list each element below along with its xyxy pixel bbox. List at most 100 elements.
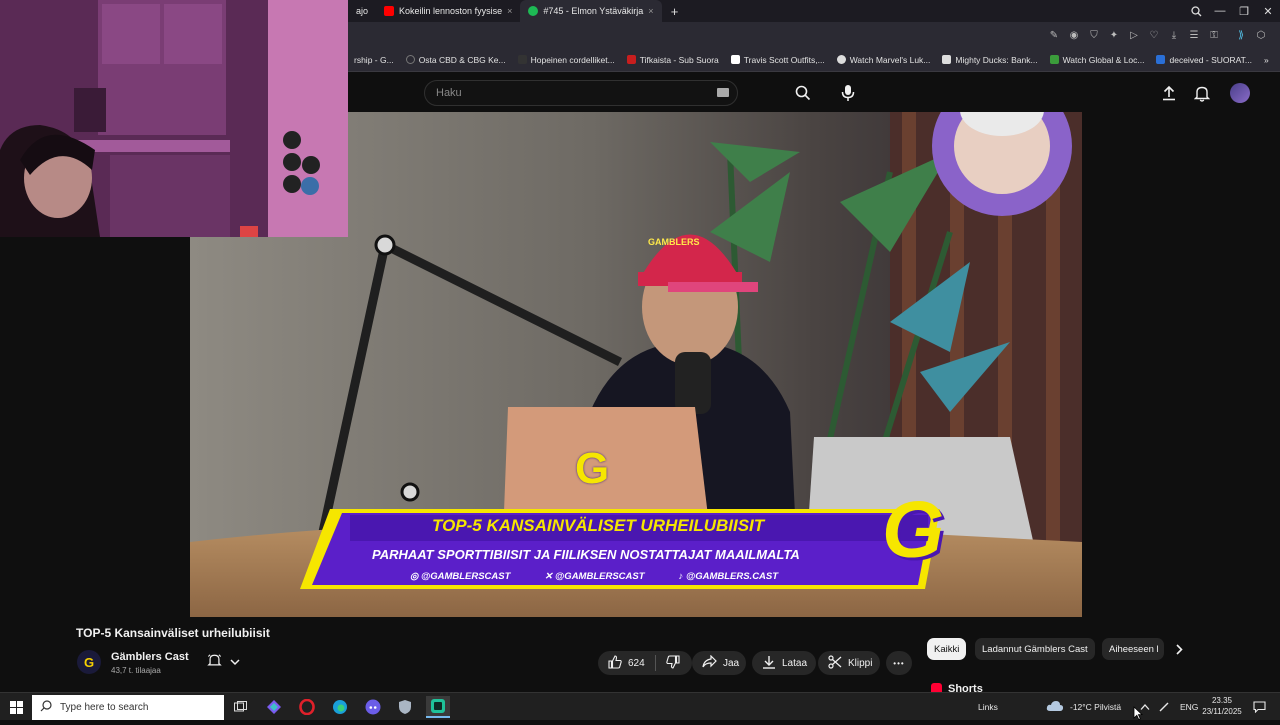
link-icon (836, 55, 846, 64)
pen-icon[interactable] (1158, 693, 1170, 721)
cap-text: GAMBLERS (648, 237, 700, 247)
taskbar-search-input[interactable]: Type here to search (32, 695, 224, 720)
webcam-overlay (0, 0, 348, 237)
tiktok-icon: ♪ (678, 571, 686, 582)
instagram-icon: ◎ (410, 571, 421, 582)
video-title-banner: TOP-5 KANSAINVÄLISET URHEILUBIISIT PARHA… (300, 509, 940, 589)
clip-button[interactable]: Klippi (818, 651, 880, 675)
links-toolbar[interactable]: Links (978, 693, 998, 721)
chip-all[interactable]: Kaikki (927, 638, 967, 660)
discord-icon[interactable] (361, 696, 385, 718)
channel-name[interactable]: Gämblers Cast (111, 651, 189, 663)
bookmark-item[interactable]: Watch Global & Loc... (1044, 55, 1151, 65)
app-shield-icon[interactable] (393, 696, 417, 718)
account-avatar[interactable] (1228, 81, 1252, 105)
restore-icon[interactable]: ❐ (1232, 0, 1256, 22)
channel-avatar[interactable]: G (77, 650, 101, 674)
mouse-cursor-icon (1133, 706, 1144, 725)
download-arrow-icon (762, 655, 776, 672)
bookmarks-bar: rship - G... Osta CBD & CBG Ke... Hopein… (348, 48, 1280, 72)
bookmark-item[interactable]: Hopeinen cordelliket... (512, 55, 621, 65)
windows-taskbar: Type here to search Links -12°C Pilvistä… (0, 692, 1280, 720)
search-tabs-icon[interactable] (1184, 0, 1208, 22)
microphone-icon[interactable] (836, 81, 860, 105)
tv-icon (1156, 55, 1166, 64)
menu-icon[interactable]: ☰ (1187, 28, 1201, 42)
spotify-icon (528, 6, 539, 16)
edge-icon[interactable] (328, 696, 352, 718)
close-icon[interactable]: × (648, 6, 653, 16)
x-icon: ✕ (544, 571, 556, 582)
chip-related[interactable]: Aiheeseen l (1102, 638, 1164, 660)
banner-title: TOP-5 KANSAINVÄLISET URHEILUBIISIT (432, 516, 765, 535)
share-label: Jaa (723, 657, 740, 669)
video-title: TOP-5 Kansainväliset urheilubiisit (76, 626, 270, 640)
puzzle-icon[interactable]: ✦ (1107, 28, 1121, 42)
download-icon[interactable]: ⤓ (1167, 28, 1181, 42)
thumbs-up-icon (608, 654, 622, 672)
clip-label: Klippi (848, 657, 873, 669)
camera-icon[interactable]: ◉ (1067, 28, 1081, 42)
bookmark-item[interactable]: Travis Scott Outfits,... (725, 55, 831, 65)
tiktok-handle: ♪ @GAMBLERS.CAST (678, 571, 779, 582)
bookmark-item[interactable]: Mighty Ducks: Bank... (936, 55, 1043, 65)
chevron-right-icon[interactable] (1170, 640, 1188, 658)
download-button[interactable]: Lataa (752, 651, 816, 675)
scissors-icon (828, 654, 842, 672)
heart-icon[interactable]: ♡ (1147, 28, 1161, 42)
extension-icon[interactable]: ⟫ (1234, 28, 1248, 42)
language-indicator[interactable]: ENG (1180, 693, 1198, 721)
webcam-frame (0, 0, 348, 237)
active-app-icon[interactable] (426, 696, 450, 718)
minimize-icon[interactable]: — (1208, 0, 1232, 22)
bookmark-item[interactable]: Osta CBD & CBG Ke... (400, 55, 512, 65)
share-icon (702, 654, 717, 671)
shield-icon[interactable]: ⛉ (1087, 28, 1101, 42)
chip-uploaded-by[interactable]: Ladannut Gämblers Cast (975, 638, 1095, 660)
clock[interactable]: 23.35 23/11/2025 (1200, 695, 1244, 719)
notifications-bell-icon[interactable] (1190, 81, 1214, 105)
taskbar-search-placeholder: Type here to search (60, 702, 149, 713)
new-tab-button[interactable]: + (666, 2, 684, 20)
more-actions-button[interactable]: ••• (886, 651, 912, 675)
bell-icon (206, 653, 222, 673)
close-icon[interactable]: × (507, 6, 512, 16)
task-view-icon[interactable] (228, 696, 252, 718)
play-icon[interactable]: ▷ (1127, 28, 1141, 42)
clock-date: 23/11/2025 (1202, 707, 1242, 716)
tab-2[interactable]: #745 - Elmon Ystäväkirja × (520, 0, 662, 22)
search-input[interactable]: Haku (424, 80, 738, 106)
dislike-button[interactable] (665, 654, 680, 672)
bookmark-item[interactable]: Tifkaista - Sub Suora (621, 55, 725, 65)
close-window-icon[interactable]: ✕ (1256, 0, 1280, 22)
edit-icon[interactable]: ✎ (1047, 28, 1061, 42)
youtube-icon (384, 6, 395, 16)
bookmarks-overflow-icon[interactable]: » (1258, 55, 1275, 65)
keyboard-icon[interactable] (717, 88, 729, 97)
upload-icon[interactable] (1157, 81, 1181, 105)
notification-center-icon[interactable] (1253, 693, 1266, 721)
settings-icon[interactable]: ⬡ (1254, 28, 1268, 42)
tab-label: ajo (356, 6, 369, 16)
globe-icon (405, 55, 415, 64)
like-button[interactable]: 624 (608, 654, 645, 672)
opera-icon[interactable] (295, 696, 319, 718)
bookmark-item[interactable]: Watch Marvel's Luk... (831, 55, 937, 65)
clock-time: 23.35 (1211, 696, 1233, 705)
app-launcher-icon[interactable] (262, 696, 286, 718)
search-icon[interactable] (791, 81, 815, 105)
share-button[interactable]: Jaa (692, 651, 746, 675)
feather-icon (942, 55, 952, 64)
bookmark-item[interactable]: deceived - SUORAT... (1150, 55, 1258, 65)
laptop-logo: G (575, 444, 610, 493)
windows-start-icon[interactable] (4, 696, 28, 718)
bookmark-item[interactable]: rship - G... (348, 55, 400, 65)
banner-handles: ◎ @GAMBLERSCAST ✕ @GAMBLERSCAST ♪ @GAMBL… (410, 571, 778, 582)
subscription-bell-button[interactable] (197, 651, 249, 675)
tab-0[interactable]: ajo (348, 0, 376, 22)
weather-widget[interactable]: -12°C Pilvistä (1046, 693, 1121, 721)
download-label: Lataa (782, 657, 808, 669)
subscriber-count: 43,7 t. tilaajaa (111, 666, 161, 675)
tab-1[interactable]: Kokeilin lennoston fyysise × (376, 0, 520, 22)
lock-icon[interactable]: ⚿ (1207, 28, 1221, 42)
